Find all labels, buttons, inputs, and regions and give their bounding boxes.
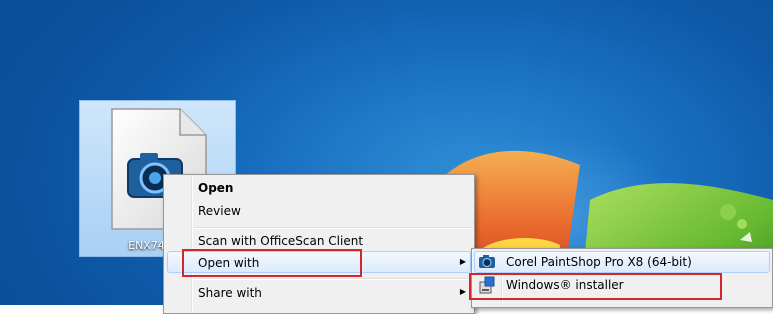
submenu-arrow-icon: ▶	[459, 287, 466, 296]
menu-item-open[interactable]: Open	[198, 177, 233, 199]
submenu-arrow-icon: ▶	[459, 257, 466, 266]
menu-item-share-with[interactable]: Share with	[198, 282, 262, 304]
menu-item-review[interactable]: Review	[198, 200, 241, 222]
menu-separator	[194, 278, 471, 280]
menu-separator	[194, 227, 471, 229]
paintshop-icon	[479, 255, 495, 268]
context-menu: Open Review Scan with OfficeScan Client …	[163, 174, 475, 314]
annotation-box-windows-installer	[469, 273, 722, 300]
submenu-item-corel-paintshop[interactable]: Corel PaintShop Pro X8 (64-bit)	[506, 251, 692, 273]
annotation-box-open-with	[182, 249, 362, 277]
